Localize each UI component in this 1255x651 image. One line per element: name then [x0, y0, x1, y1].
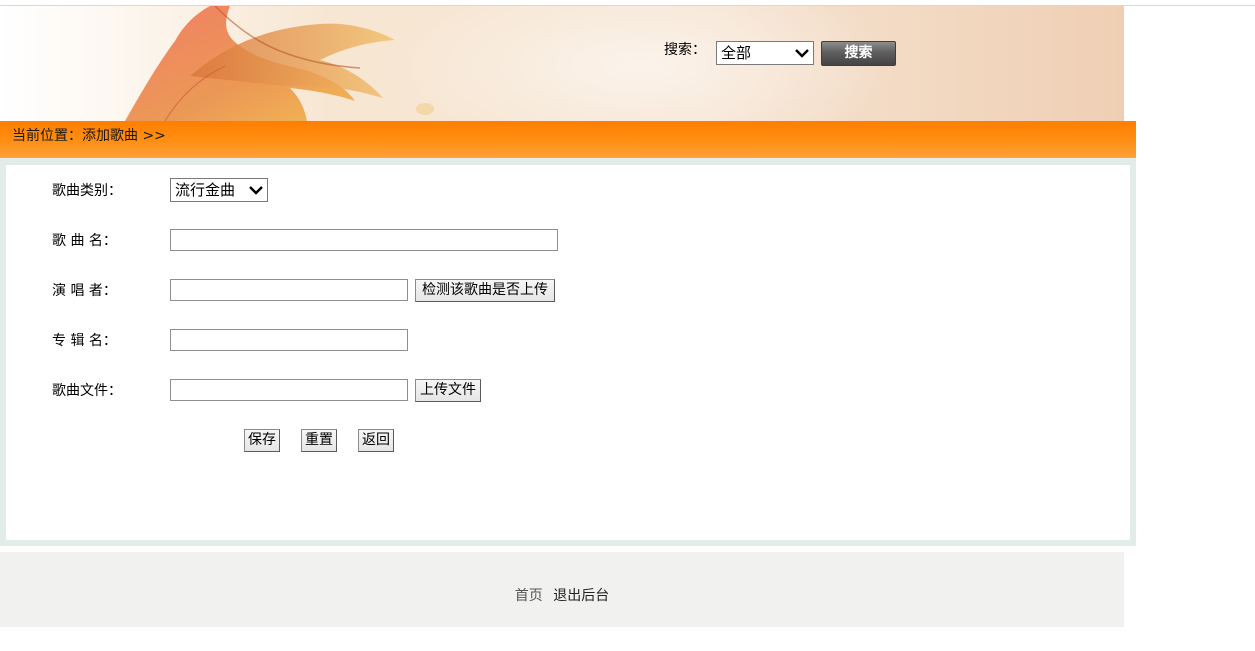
logout-link[interactable]: 退出后台 [553, 588, 609, 604]
singer-input[interactable] [170, 279, 408, 301]
footer-links: 首页 退出后台 [0, 585, 1124, 605]
form-panel [6, 165, 1130, 540]
chevron-down-icon [795, 49, 809, 58]
song-name-input[interactable] [170, 229, 558, 251]
footer: 首页 退出后台 [0, 552, 1124, 627]
header-banner: 搜索： 全部 搜索 [0, 6, 1124, 121]
search-scope-select[interactable]: 全部 [716, 41, 814, 65]
breadcrumb: 当前位置：添加歌曲 >> [12, 128, 166, 144]
category-select[interactable]: 流行金曲 [170, 178, 268, 202]
save-button[interactable]: 保存 [244, 429, 280, 452]
song-file-label: 歌曲文件： [52, 383, 122, 399]
upload-file-button[interactable]: 上传文件 [415, 379, 481, 402]
search-scope-value: 全部 [721, 44, 752, 62]
back-button[interactable]: 返回 [358, 429, 394, 452]
album-label: 专 辑 名： [52, 333, 117, 349]
category-select-value: 流行金曲 [175, 181, 236, 199]
check-uploaded-button[interactable]: 检测该歌曲是否上传 [415, 279, 555, 302]
album-input[interactable] [170, 329, 408, 351]
chevron-down-icon [249, 186, 263, 195]
song-file-input[interactable] [170, 379, 408, 401]
reset-button[interactable]: 重置 [301, 429, 337, 452]
song-name-label: 歌 曲 名： [52, 233, 117, 249]
location-bar: 当前位置：添加歌曲 >> [0, 121, 1136, 158]
search-label: 搜索： [664, 42, 706, 58]
search-button[interactable]: 搜索 [821, 41, 896, 66]
home-link[interactable]: 首页 [515, 588, 543, 604]
category-label: 歌曲类别： [52, 183, 122, 199]
maple-leaf-icon [125, 6, 434, 121]
singer-label: 演 唱 者： [52, 283, 117, 299]
